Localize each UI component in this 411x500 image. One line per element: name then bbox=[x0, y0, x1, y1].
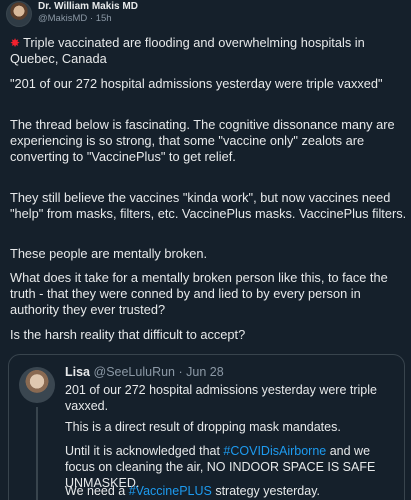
quoted-text-3-before: Until it is acknowledged that bbox=[65, 444, 224, 458]
quoted-meta-separator: · bbox=[178, 365, 183, 379]
tweet-paragraph-2: "201 of our 272 hospital admissions yest… bbox=[10, 76, 383, 91]
quoted-text-4-before: We need a bbox=[65, 484, 129, 498]
thread-line bbox=[36, 407, 38, 500]
tweet-paragraph-5: These people are mentally broken. bbox=[10, 246, 208, 261]
quoted-author-avatar[interactable] bbox=[19, 367, 55, 403]
tweet-paragraph-7: Is the harsh reality that difficult to a… bbox=[10, 327, 246, 342]
quoted-tweet-card[interactable]: Lisa @SeeLuluRun · Jun 28 201 of our 272… bbox=[8, 354, 405, 500]
quoted-tweet-header: Lisa @SeeLuluRun · Jun 28 bbox=[65, 365, 224, 379]
quoted-text-4-after: strategy yesterday. bbox=[211, 484, 321, 498]
author-handle-line: @MakisMD · 15h bbox=[38, 13, 112, 24]
quoted-text-1: 201 of our 272 hospital admissions yeste… bbox=[65, 383, 377, 413]
tweet-line-1: Triple vaccinated are flooding and overw… bbox=[10, 35, 365, 66]
tweet-paragraph-6: What does it take for a mentally broken … bbox=[10, 270, 388, 317]
collision-emoji-icon: ✸ bbox=[10, 36, 21, 50]
tweet-paragraph-4: They still believe the vaccines "kinda w… bbox=[10, 190, 407, 221]
quoted-tweet-date[interactable]: Jun 28 bbox=[186, 365, 224, 379]
author-name[interactable]: Dr. William Makis MD bbox=[38, 1, 138, 12]
tweet-header: Dr. William Makis MD @MakisMD · 15h bbox=[0, 0, 411, 30]
quoted-author-handle[interactable]: @SeeLuluRun bbox=[94, 365, 176, 379]
author-handle[interactable]: @MakisMD bbox=[38, 13, 87, 24]
quoted-text-4: We need a #VaccinePLUS strategy yesterda… bbox=[65, 483, 403, 499]
hashtag-vaccineplus-link[interactable]: #VaccinePLUS bbox=[129, 484, 212, 498]
hashtag-covid-airborne-link[interactable]: #COVIDisAirborne bbox=[223, 444, 326, 458]
meta-separator: · bbox=[89, 13, 94, 24]
tweet-paragraph-1: ✸ Triple vaccinated are flooding and over… bbox=[10, 35, 408, 67]
author-avatar[interactable] bbox=[6, 1, 32, 27]
tweet-time[interactable]: 15h bbox=[96, 13, 112, 24]
quoted-text-2: This is a direct result of dropping mask… bbox=[65, 420, 341, 434]
tweet-paragraph-3: The thread below is fascinating. The cog… bbox=[10, 117, 395, 164]
quoted-author-name[interactable]: Lisa bbox=[65, 365, 90, 379]
